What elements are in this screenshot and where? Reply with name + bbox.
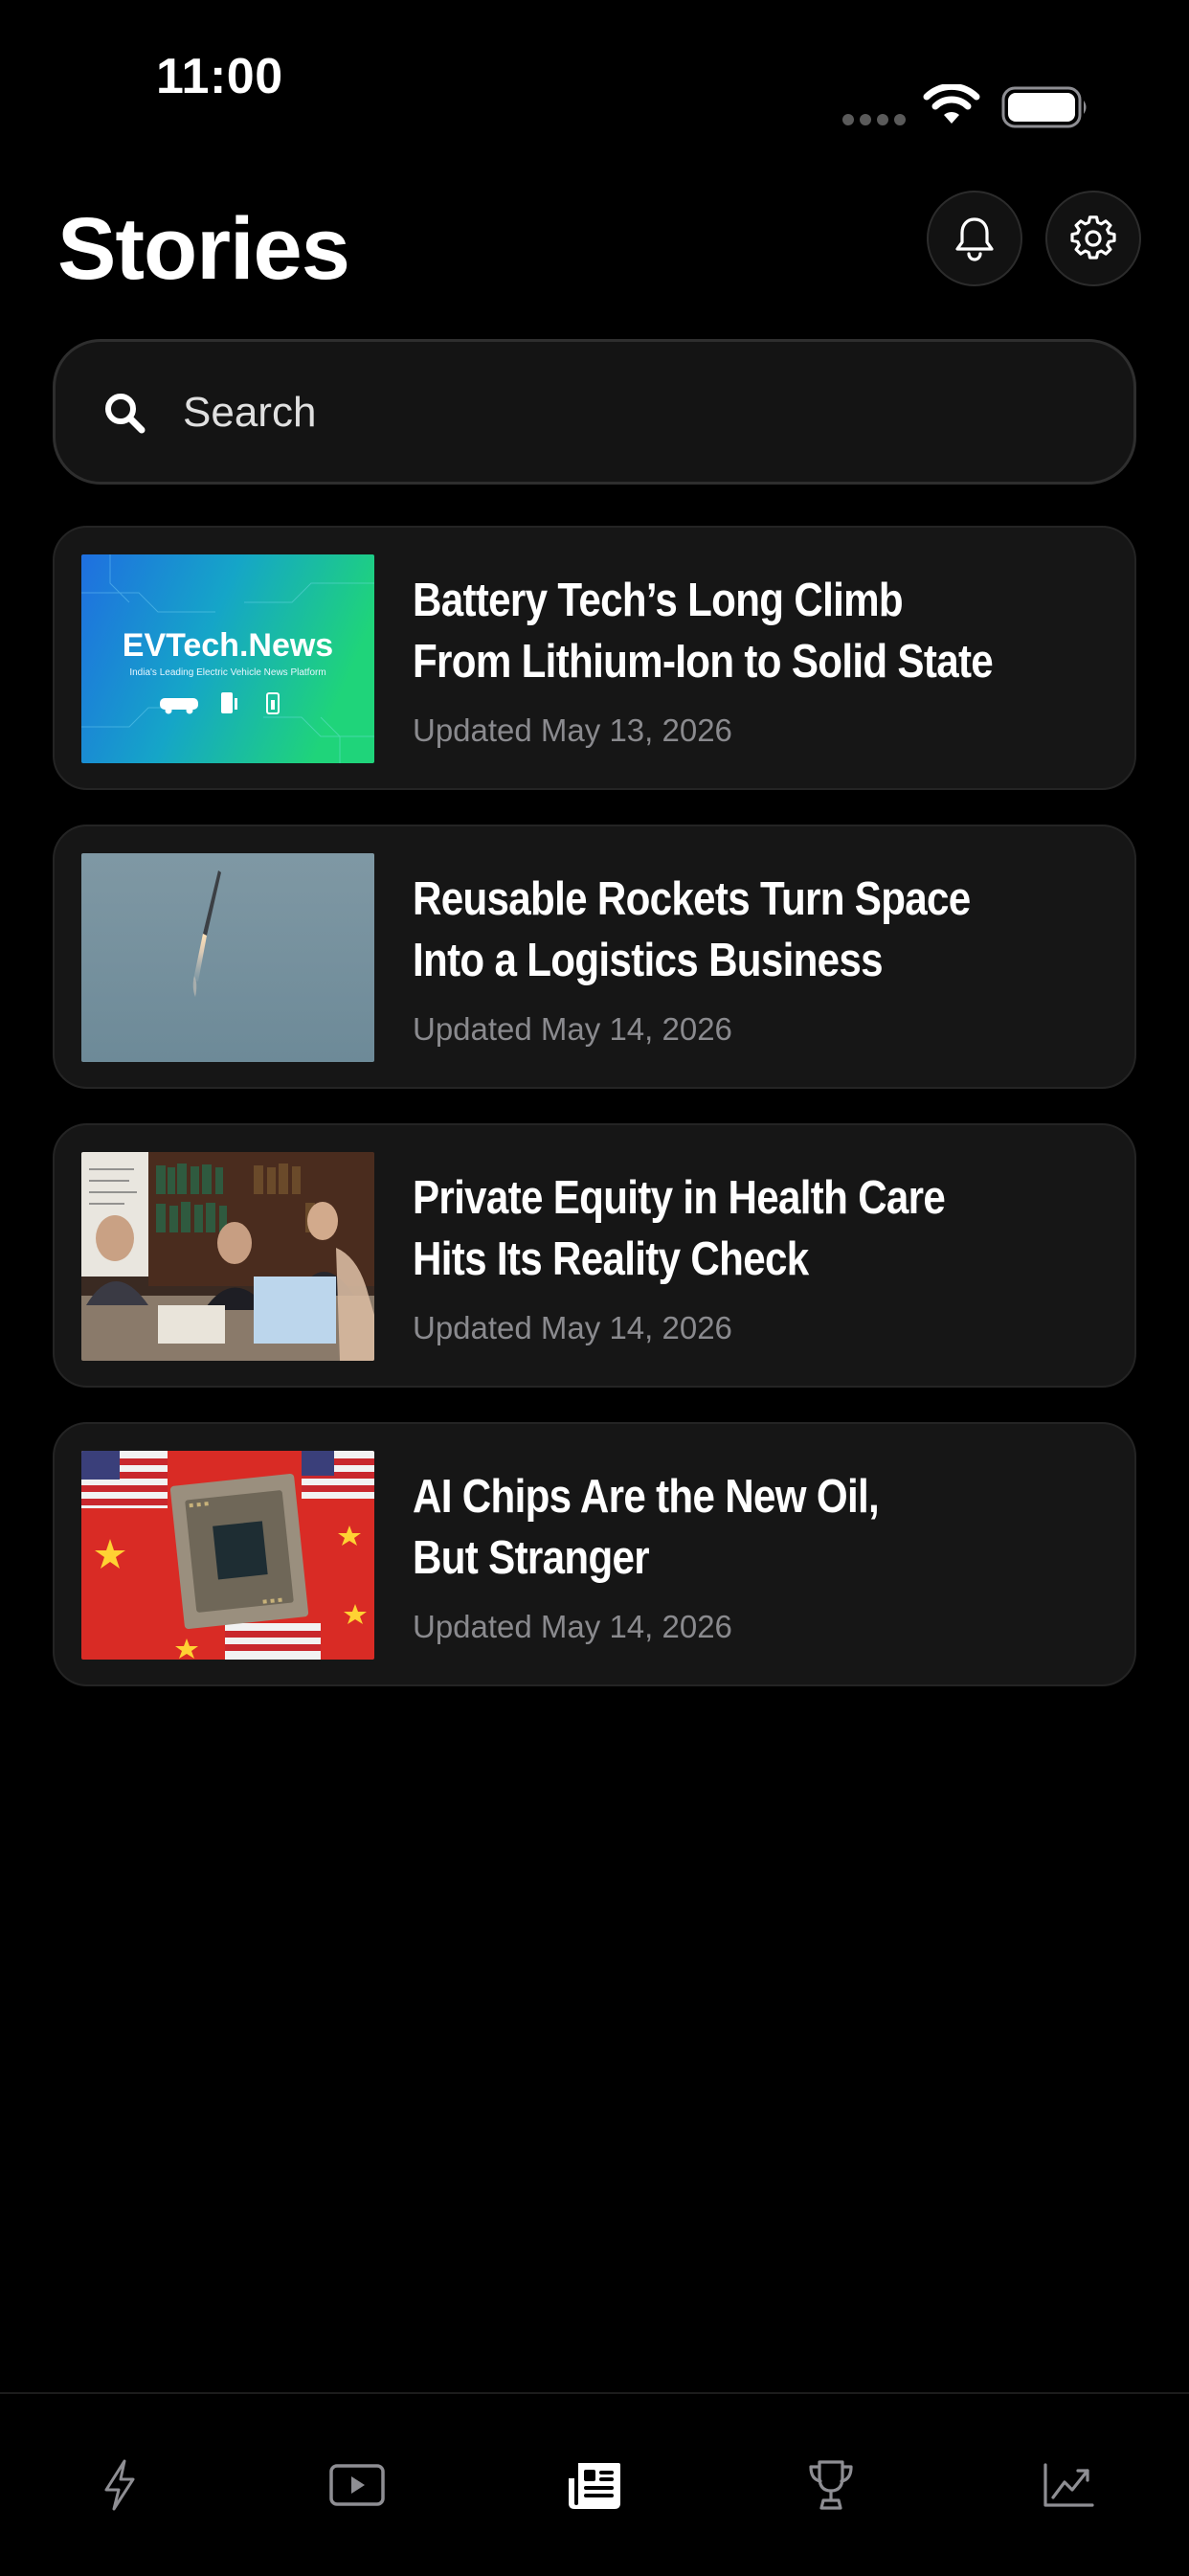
tab-markets[interactable]	[1025, 2442, 1111, 2528]
tab-stories[interactable]	[551, 2442, 638, 2528]
story-date: Updated May 13, 2026	[413, 712, 732, 748]
story-thumbnail-meeting	[81, 1152, 374, 1361]
status-bar: 11:00	[0, 0, 1189, 128]
story-date: Updated May 14, 2026	[413, 1011, 732, 1047]
tab-lightning[interactable]	[77, 2442, 163, 2528]
story-card-ai-chips[interactable]: AI Chips Are the New Oil, But Stranger U…	[53, 1422, 1136, 1686]
story-date: Updated May 14, 2026	[413, 1609, 732, 1644]
stories-icon	[569, 2463, 620, 2509]
thumb-brand-text: EVTech.News	[123, 627, 333, 664]
search-bar[interactable]	[53, 339, 1136, 485]
tab-bar	[0, 2392, 1189, 2576]
search-input[interactable]	[183, 380, 1044, 445]
tab-trophy[interactable]	[788, 2442, 874, 2528]
search-icon	[105, 394, 146, 434]
story-thumbnail-chip-flags	[81, 1451, 374, 1660]
wifi-icon	[923, 84, 980, 124]
story-title: Private Equity in Health Care Hits Its R…	[413, 1172, 946, 1285]
page-title: Stories	[57, 200, 350, 298]
story-title: AI Chips Are the New Oil, But Stranger	[413, 1471, 880, 1584]
story-thumbnail-rocket	[81, 853, 374, 1062]
story-card-battery-tech[interactable]: EVTech.News India's Leading Electric Veh…	[53, 526, 1136, 790]
bell-icon	[955, 217, 994, 261]
gear-icon	[1070, 215, 1116, 260]
thumb-tagline-text: India's Leading Electric Vehicle News Pl…	[129, 667, 325, 678]
story-card-private-equity[interactable]: Private Equity in Health Care Hits Its R…	[53, 1123, 1136, 1388]
battery-icon	[1001, 86, 1087, 128]
story-title: Reusable Rockets Turn Space Into a Logis…	[413, 873, 971, 986]
story-thumbnail-evtech: EVTech.News India's Leading Electric Veh…	[81, 554, 374, 763]
notifications-button[interactable]	[927, 191, 1022, 286]
story-title: Battery Tech’s Long Climb From Lithium-I…	[413, 575, 994, 688]
status-time: 11:00	[156, 49, 283, 104]
video-icon	[329, 2464, 385, 2506]
tab-video[interactable]	[314, 2442, 400, 2528]
trophy-icon	[809, 2460, 853, 2510]
lightning-icon	[104, 2459, 135, 2511]
markets-chart-icon	[1043, 2463, 1094, 2507]
story-date: Updated May 14, 2026	[413, 1310, 732, 1345]
settings-button[interactable]	[1045, 191, 1141, 286]
story-card-reusable-rockets[interactable]: Reusable Rockets Turn Space Into a Logis…	[53, 825, 1136, 1089]
